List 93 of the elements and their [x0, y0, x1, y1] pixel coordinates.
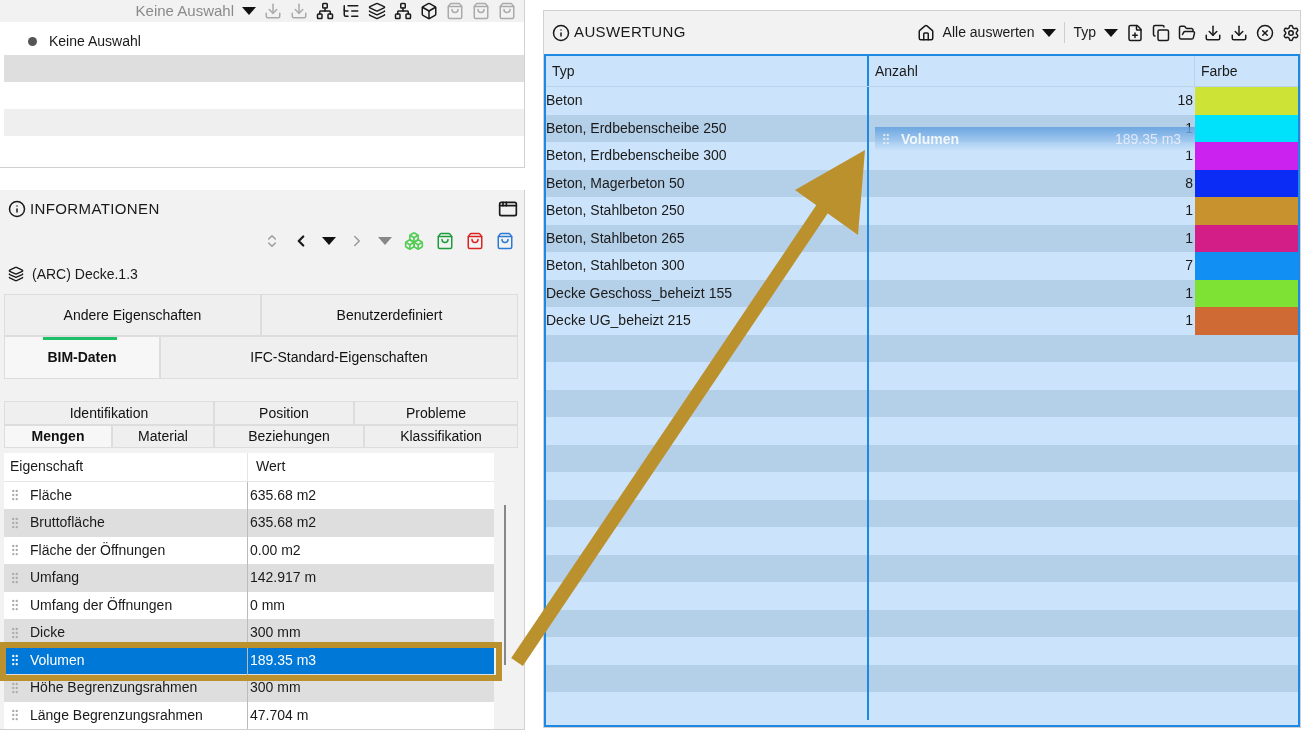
- property-value: 300 mm: [249, 678, 301, 698]
- property-value: 47.704 m: [249, 705, 309, 725]
- color-swatch[interactable]: [1195, 169, 1298, 197]
- group-dropdown[interactable]: Typ: [1064, 22, 1118, 43]
- column-header[interactable]: Wert: [248, 453, 494, 481]
- property-value: 142.917 m: [249, 568, 317, 588]
- bag-icon[interactable]: [446, 2, 464, 20]
- property-name: Umfang der Öffnungen: [30, 595, 173, 615]
- tab[interactable]: IFC-Standard-Eigenschaften: [160, 336, 518, 379]
- color-swatch[interactable]: [1195, 114, 1298, 142]
- tab[interactable]: Identifikation: [4, 401, 214, 425]
- copy-icon[interactable]: [1152, 23, 1170, 42]
- table-row[interactable]: Bruttofläche 635.68 m2: [4, 509, 494, 537]
- list-item-label: Keine Auswahl: [49, 31, 141, 51]
- color-swatch[interactable]: [1195, 142, 1298, 170]
- list-bag-icon[interactable]: [496, 232, 514, 250]
- property-name: Umfang: [30, 568, 80, 588]
- color-swatch[interactable]: [1195, 197, 1298, 225]
- tab[interactable]: Position: [214, 401, 354, 425]
- dropdown-caret-icon: [1042, 28, 1057, 37]
- export-icon[interactable]: [290, 2, 308, 20]
- property-value: 300 mm: [249, 623, 301, 643]
- folder-icon[interactable]: [1178, 23, 1196, 42]
- property-name: Höhe Begrenzungsrahmen: [30, 678, 198, 698]
- table-cell-text: 1: [1185, 283, 1193, 303]
- close-icon[interactable]: [1256, 23, 1274, 42]
- bullet-icon: [28, 36, 37, 46]
- color-swatch[interactable]: [1195, 224, 1298, 252]
- dropdown-caret-icon: [378, 237, 392, 245]
- property-name: Länge Begrenzungsrahmen: [30, 705, 203, 725]
- ghost-value: 189.35 m3: [1115, 129, 1182, 149]
- layers-icon[interactable]: [368, 2, 386, 20]
- import-icon[interactable]: [264, 2, 282, 20]
- evaluate-dropdown[interactable]: Alle auswerten: [942, 22, 1057, 43]
- property-value: 635.68 m2: [249, 485, 317, 505]
- new-file-icon[interactable]: [1126, 23, 1144, 42]
- dropdown-caret-icon: [322, 237, 336, 245]
- column-header[interactable]: Eigenschaft: [4, 453, 248, 481]
- property-value: 0.00 m2: [249, 540, 301, 560]
- table-row[interactable]: Umfang 142.917 m: [4, 564, 494, 592]
- column-header[interactable]: Anzahl: [869, 56, 1195, 86]
- table-cell-text: 1: [1185, 311, 1193, 331]
- tab[interactable]: Probleme: [354, 401, 518, 425]
- ghost-label: Volumen: [901, 129, 960, 149]
- dropdown-caret-icon: [242, 7, 256, 15]
- table-cell-text: 7: [1185, 256, 1193, 276]
- property-name: Bruttofläche: [30, 513, 105, 533]
- tab[interactable]: Klassifikation: [364, 425, 518, 448]
- settings-icon[interactable]: [1282, 23, 1300, 42]
- dropdown-caret-icon: [1104, 28, 1118, 37]
- tab[interactable]: Benutzerdefiniert: [261, 294, 518, 336]
- color-swatch[interactable]: [1195, 279, 1298, 307]
- cube-icon[interactable]: [420, 2, 438, 20]
- remove-bag-icon[interactable]: [466, 232, 484, 250]
- panel-title: AUSWERTUNG: [574, 22, 686, 43]
- bag-icon[interactable]: [472, 2, 490, 20]
- tab[interactable]: BIM-Daten: [4, 336, 160, 379]
- info-icon: [552, 23, 570, 42]
- table-cell-text: 1: [1185, 201, 1193, 221]
- tab[interactable]: Material: [112, 425, 214, 448]
- table-cell-text: 8: [1185, 173, 1193, 193]
- window-icon[interactable]: [498, 199, 518, 219]
- download-icon[interactable]: [1230, 23, 1248, 42]
- property-name: Volumen: [30, 650, 85, 670]
- panel-title: INFORMATIONEN: [30, 198, 160, 219]
- object-name: (ARC) Decke.1.3: [32, 264, 138, 284]
- table-cell-text: 1: [1185, 118, 1193, 138]
- property-value: 635.68 m2: [249, 513, 317, 533]
- add-bag-icon[interactable]: [436, 232, 454, 250]
- column-header[interactable]: Farbe: [1195, 56, 1298, 86]
- color-swatch[interactable]: [1195, 87, 1298, 115]
- color-swatch[interactable]: [1195, 307, 1298, 335]
- color-swatch[interactable]: [1195, 252, 1298, 280]
- property-value: 0 mm: [249, 595, 285, 615]
- property-name: Dicke: [30, 623, 65, 643]
- table-cell-text: 1: [1185, 146, 1193, 166]
- scrollbar[interactable]: [504, 505, 506, 665]
- tab[interactable]: Beziehungen: [214, 425, 364, 448]
- property-name: Fläche der Öffnungen: [30, 540, 166, 560]
- table-row[interactable]: Volumen 189.35 m3: [4, 646, 494, 674]
- info-icon: [8, 200, 26, 218]
- download-icon[interactable]: [1204, 23, 1222, 42]
- tree-icon[interactable]: [316, 2, 334, 20]
- cubes-icon[interactable]: [404, 231, 424, 251]
- list-tree-icon[interactable]: [342, 2, 360, 20]
- table-cell-text: 1: [1185, 228, 1193, 248]
- property-value: 189.35 m3: [249, 650, 317, 670]
- bag-icon[interactable]: [498, 2, 516, 20]
- table-cell-text: 18: [1177, 91, 1193, 111]
- tab[interactable]: Mengen: [4, 425, 112, 448]
- house-icon[interactable]: [916, 23, 935, 42]
- property-name: Fläche: [30, 485, 73, 505]
- tab[interactable]: Andere Eigenschaften: [4, 294, 261, 336]
